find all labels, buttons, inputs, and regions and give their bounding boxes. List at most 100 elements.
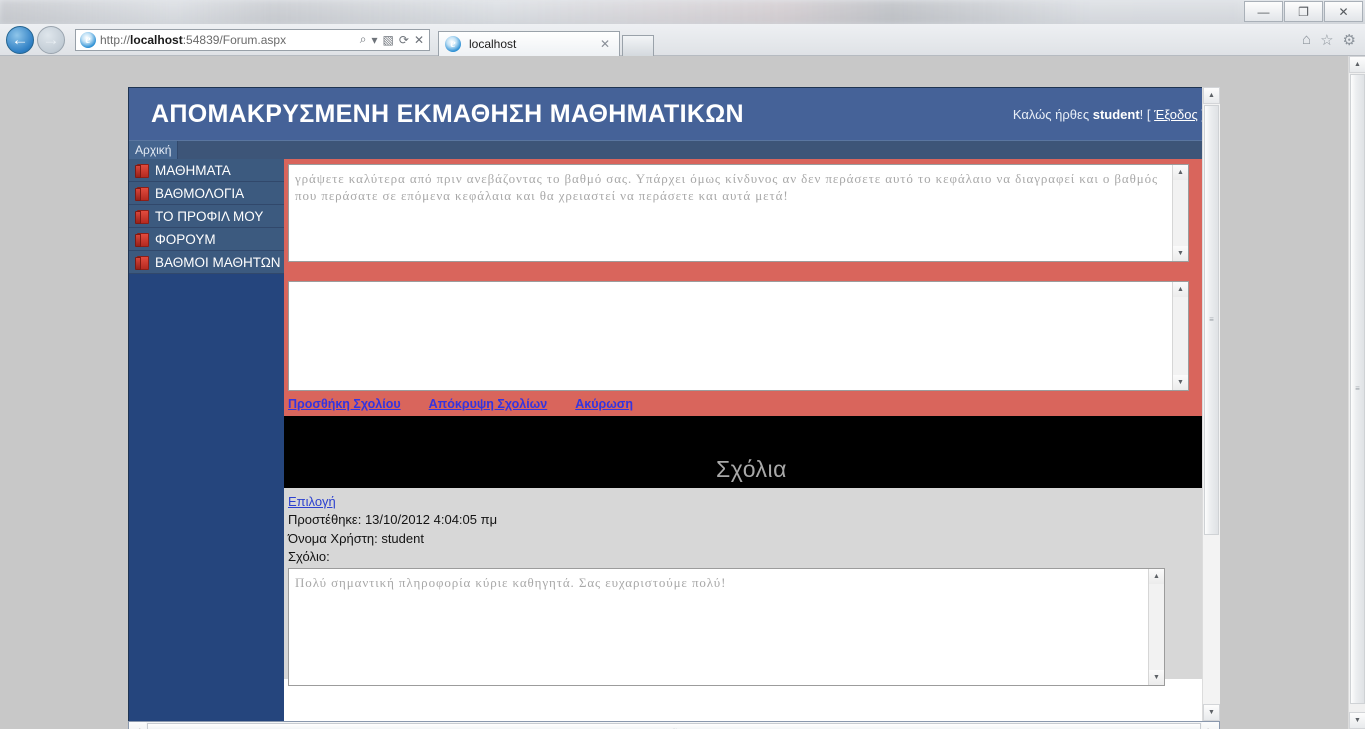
scroll-down-icon[interactable]: ▼	[1203, 704, 1220, 721]
tab-strip: localhost ✕	[438, 24, 654, 56]
reply-textarea-scrollbar[interactable]: ▲ ▼	[1172, 282, 1188, 390]
cancel-link[interactable]: Ακύρωση	[575, 397, 633, 411]
comment-textarea[interactable]: Πολύ σημαντική πληροφορία κύριε καθηγητά…	[288, 567, 1165, 686]
comment-label: Σχόλιο:	[288, 549, 330, 564]
book-icon	[135, 209, 149, 224]
content-vertical-scrollbar[interactable]: ▲ ≡ ▼	[1202, 87, 1220, 721]
sidebar-item-label: ΦΟΡΟΥΜ	[155, 231, 216, 247]
scroll-left-icon[interactable]: ◀	[129, 722, 146, 729]
post-textarea[interactable]: γράψετε καλύτερα από πριν ανεβάζοντας το…	[288, 164, 1189, 262]
scroll-grip-icon: ≡	[1209, 315, 1214, 325]
scroll-up-icon[interactable]: ▲	[1149, 568, 1164, 584]
content-horizontal-scrollbar[interactable]: ◀ ≡ ▶	[128, 721, 1220, 729]
chevron-down-icon[interactable]: ▾	[372, 33, 378, 47]
post-editor-panel: γράψετε καλύτερα από πριν ανεβάζοντας το…	[284, 159, 1219, 416]
close-button[interactable]: ✕	[1324, 1, 1363, 22]
sidebar-item-label: ΒΑΘΜΟΛΟΓΙΑ	[155, 185, 245, 201]
sidebar-item-label: ΒΑΘΜΟΙ ΜΑΘΗΤΩΝ	[155, 254, 281, 270]
add-comment-link[interactable]: Προσθήκη Σχολίου	[288, 397, 401, 411]
post-textarea-scrollbar[interactable]: ▲ ▼	[1172, 165, 1188, 261]
post-action-links: Προσθήκη Σχολίου Απόκρυψη Σχολίων Ακύρωσ…	[284, 391, 1219, 416]
forward-button-icon[interactable]: →	[37, 25, 65, 54]
menu-tab-home[interactable]: Αρχική	[129, 141, 179, 159]
welcome-prefix: Καλώς ήρθες	[1012, 106, 1093, 122]
search-icon[interactable]: ⌕	[360, 32, 367, 47]
tools-icon[interactable]: ⚙	[1343, 31, 1356, 49]
address-bar[interactable]: http://localhost:54839/Forum.aspx ⌕ ▾ ▧ …	[75, 28, 430, 51]
titlebar-blurred-region	[0, 0, 1240, 24]
scroll-down-icon[interactable]: ▼	[1173, 246, 1188, 261]
book-icon	[135, 255, 149, 270]
sidebar-navigation: ΜΑΘΗΜΑΤΑ ΒΑΘΜΟΛΟΓΙΑ ΤΟ ΠΡΟΦΙΛ ΜΟΥ ΦΟΡΟΥΜ	[129, 159, 284, 721]
window-controls: — ❐ ✕	[1243, 1, 1363, 22]
site-body: ΜΑΘΗΜΑΤΑ ΒΑΘΜΟΛΟΓΙΑ ΤΟ ΠΡΟΦΙΛ ΜΟΥ ΦΟΡΟΥΜ	[129, 159, 1219, 721]
compatibility-view-icon[interactable]: ▧	[383, 33, 394, 47]
book-icon	[135, 163, 149, 178]
browser-tab-localhost[interactable]: localhost ✕	[438, 30, 620, 56]
browser-vertical-scrollbar[interactable]: ▲ ≡ ▼	[1348, 56, 1365, 729]
sidebar-item-label: ΜΑΘΗΜΑΤΑ	[155, 162, 231, 178]
address-bar-url: http://localhost:54839/Forum.aspx	[100, 32, 287, 47]
comment-select-link[interactable]: Επιλογή	[288, 494, 336, 509]
comment-item: Επιλογή Προστέθηκε: 13/10/2012 4:04:05 π…	[284, 488, 1219, 686]
scroll-up-icon[interactable]: ▲	[1349, 56, 1365, 73]
stop-icon[interactable]: ✕	[414, 33, 424, 47]
horizontal-scroll-thumb[interactable]: ≡	[147, 723, 1201, 729]
scroll-down-icon[interactable]: ▼	[1149, 669, 1164, 685]
page-viewport: ΑΠΟΜΑΚΡΥΣΜΕΝΗ ΕΚΜΑΘΗΣΗ ΜΑΘΗΜΑΤΙΚΩΝ Καλώς…	[0, 56, 1348, 729]
home-icon[interactable]: ⌂	[1302, 31, 1311, 49]
page-title: ΑΠΟΜΑΚΡΥΣΜΕΝΗ ΕΚΜΑΘΗΣΗ ΜΑΘΗΜΑΤΙΚΩΝ	[151, 99, 744, 128]
sidebar-item-grades[interactable]: ΒΑΘΜΟΛΟΓΙΑ	[129, 182, 284, 205]
comments-banner-label: Σχόλια	[716, 456, 787, 482]
scroll-up-icon[interactable]: ▲	[1173, 165, 1188, 180]
scroll-down-icon[interactable]: ▼	[1349, 712, 1365, 729]
browser-scroll-thumb[interactable]: ≡	[1350, 74, 1365, 704]
sidebar-item-my-profile[interactable]: ΤΟ ΠΡΟΦΙΛ ΜΟΥ	[129, 205, 284, 228]
welcome-username: student	[1092, 106, 1140, 122]
hide-comments-link[interactable]: Απόκρυψη Σχολίων	[429, 397, 548, 411]
scroll-down-icon[interactable]: ▼	[1173, 375, 1188, 390]
comment-textarea-scrollbar[interactable]: ▲ ▼	[1148, 568, 1164, 685]
scroll-grip-icon: ≡	[1355, 384, 1360, 394]
comments-banner: Σχόλια	[284, 415, 1219, 488]
site-menu-bar: Αρχική	[129, 140, 1219, 159]
post-textarea-wrapper: γράψετε καλύτερα από πριν ανεβάζοντας το…	[288, 164, 1189, 262]
book-icon	[135, 232, 149, 247]
site-header: ΑΠΟΜΑΚΡΥΣΜΕΝΗ ΕΚΜΑΘΗΣΗ ΜΑΘΗΜΑΤΙΚΩΝ Καλώς…	[129, 88, 1219, 140]
internet-explorer-icon	[80, 31, 96, 48]
scroll-up-icon[interactable]: ▲	[1203, 87, 1220, 104]
tab-close-icon[interactable]: ✕	[595, 37, 615, 51]
minimize-button[interactable]: —	[1244, 1, 1283, 22]
reply-textarea-wrapper: ▲ ▼	[288, 281, 1189, 391]
comment-textarea-value: Πολύ σημαντική πληροφορία κύριε καθηγητά…	[295, 574, 727, 590]
sidebar-item-student-grades[interactable]: ΒΑΘΜΟΙ ΜΑΘΗΤΩΝ	[129, 251, 284, 274]
favorites-icon[interactable]: ☆	[1320, 31, 1333, 49]
main-content: γράψετε καλύτερα από πριν ανεβάζοντας το…	[284, 159, 1219, 721]
welcome-suffix: ! [	[1139, 106, 1155, 122]
reply-textarea[interactable]: ▲ ▼	[288, 281, 1189, 391]
content-scroll-thumb[interactable]: ≡	[1204, 105, 1219, 535]
tab-favicon-icon	[445, 35, 461, 52]
refresh-icon[interactable]: ⟳	[399, 33, 409, 47]
sidebar-item-courses[interactable]: ΜΑΘΗΜΑΤΑ	[129, 159, 284, 182]
scroll-up-icon[interactable]: ▲	[1173, 282, 1188, 297]
welcome-message: Καλώς ήρθες student! [ Έξοδος ]	[1013, 107, 1205, 122]
post-textarea-value: γράψετε καλύτερα από πριν ανεβάζοντας το…	[295, 171, 1163, 203]
sidebar-item-forum[interactable]: ΦΟΡΟΥΜ	[129, 228, 284, 251]
logout-link[interactable]: Έξοδος	[1154, 107, 1198, 122]
ie-browser-window: — ❐ ✕ ← → http://localhost:54839/Forum.a…	[0, 0, 1365, 729]
reply-textarea-value	[289, 282, 1188, 292]
back-button-icon[interactable]: ←	[6, 25, 34, 54]
comment-added-date: Προστέθηκε: 13/10/2012 4:04:05 πμ	[288, 512, 498, 527]
book-icon	[135, 186, 149, 201]
new-tab-button[interactable]	[622, 34, 654, 56]
browser-navigation-bar: ← → http://localhost:54839/Forum.aspx ⌕ …	[0, 24, 1365, 56]
comment-username: Όνομα Χρήστη: student	[288, 530, 424, 546]
browser-toolbar-right: ⌂ ☆ ⚙	[1302, 31, 1365, 49]
web-application-frame: ΑΠΟΜΑΚΡΥΣΜΕΝΗ ΕΚΜΑΘΗΣΗ ΜΑΘΗΜΑΤΙΚΩΝ Καλώς…	[128, 87, 1220, 721]
restore-button[interactable]: ❐	[1284, 1, 1323, 22]
address-bar-icons: ⌕ ▾ ▧ ⟳ ✕	[360, 32, 427, 47]
tab-title: localhost	[469, 36, 517, 51]
scroll-right-icon[interactable]: ▶	[1202, 722, 1219, 729]
window-titlebar: — ❐ ✕	[0, 0, 1365, 24]
